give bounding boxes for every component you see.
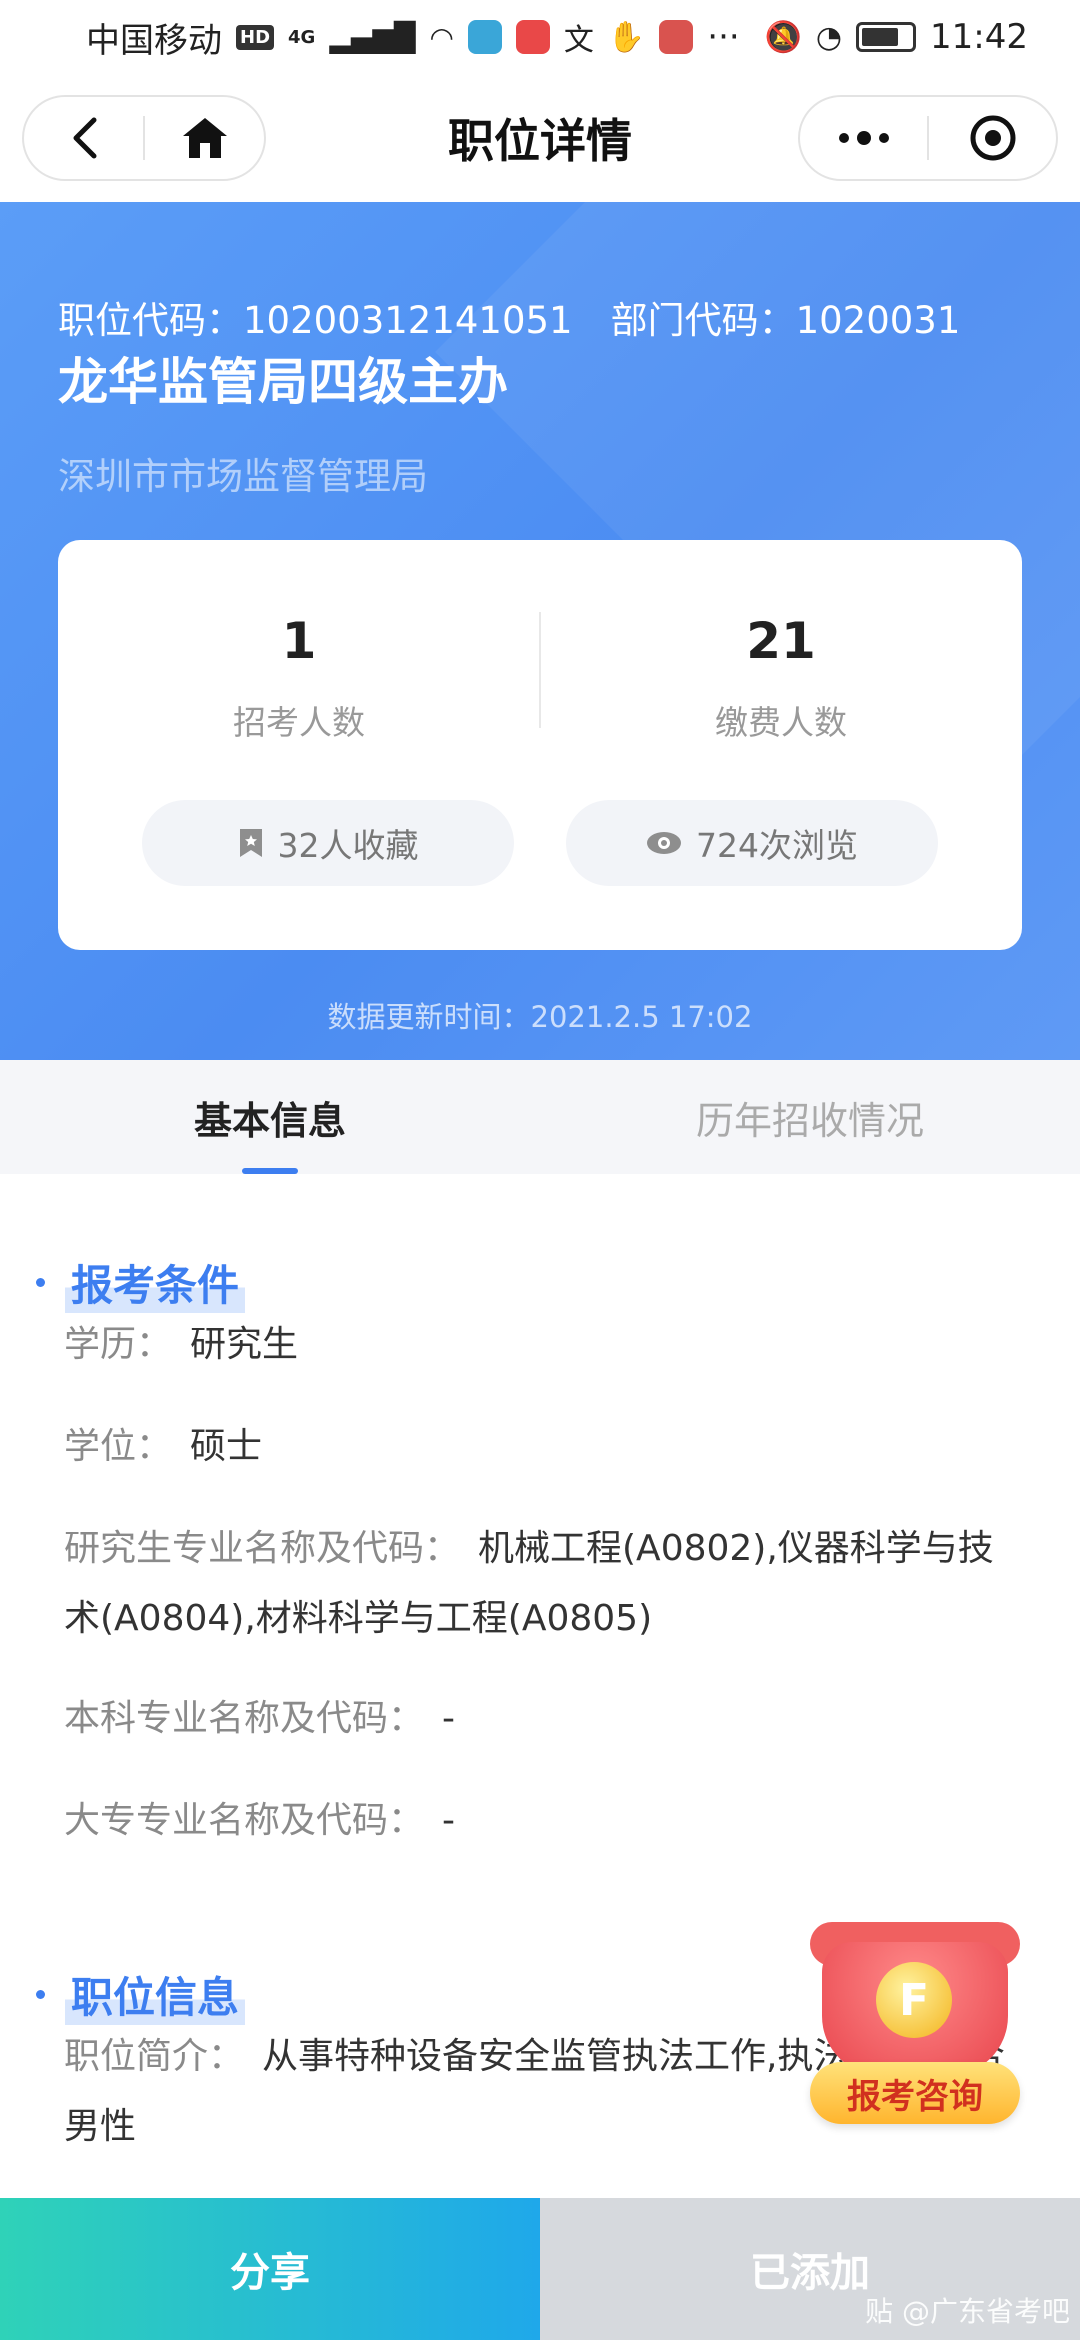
consult-label: 报考咨询 — [810, 2062, 1020, 2124]
recruit-count-stat: 1 招考人数 — [58, 612, 540, 744]
section-dot-icon — [36, 1990, 45, 1999]
back-button[interactable] — [24, 97, 143, 179]
position-info-section-heading: 职位信息 — [36, 1964, 246, 2025]
status-bar-right: 🔕 ◔ 11:42 — [764, 17, 1028, 57]
requirement-row-college-major: 大专专业名称及代码： - — [64, 1786, 1024, 1856]
row-value: - — [442, 1698, 456, 1739]
more-notifications-icon: ··· — [707, 17, 740, 57]
eye-icon — [647, 832, 681, 854]
consult-float-button[interactable]: F 报考咨询 — [810, 1912, 1020, 2124]
stats-card: 1 招考人数 21 缴费人数 32人收藏 724次浏览 — [58, 540, 1022, 950]
dept-code-value: 1020031 — [795, 299, 961, 342]
job-codes: 职位代码：10200312141051 部门代码：1020031 — [58, 290, 960, 344]
row-value: 硕士 — [190, 1426, 263, 1467]
favorites-count: 32人收藏 — [277, 826, 419, 865]
page-title: 职位详情 — [448, 114, 632, 168]
requirement-row-education: 学历： 研究生 — [64, 1310, 1024, 1380]
reader-app-icon — [515, 20, 550, 54]
clock: 11:42 — [930, 17, 1028, 57]
close-miniprogram-button[interactable] — [929, 97, 1056, 179]
row-key: 学位： — [64, 1426, 173, 1467]
position-code-label: 职位代码： — [58, 299, 243, 342]
taobao-app-icon — [659, 20, 694, 54]
coin-icon: F — [876, 1962, 952, 2038]
section-dot-icon — [36, 1278, 45, 1287]
tab-history[interactable]: 历年招收情况 — [540, 1060, 1080, 1174]
share-button[interactable]: 分享 — [0, 2198, 540, 2340]
row-key: 大专专业名称及代码： — [64, 1800, 425, 1841]
dept-code-label: 部门代码： — [610, 299, 796, 342]
nav-bar: 职位详情 — [0, 74, 1080, 202]
requirement-row-degree: 学位： 硕士 — [64, 1412, 1024, 1482]
home-button[interactable] — [145, 97, 264, 179]
tab-basic-info[interactable]: 基本信息 — [0, 1060, 540, 1174]
row-key: 职位简介： — [64, 2036, 245, 2077]
favorites-chip[interactable]: 32人收藏 — [142, 800, 514, 886]
row-key: 学历： — [64, 1324, 173, 1365]
requirement-row-undergrad-major: 本科专业名称及代码： - — [64, 1684, 1024, 1754]
back-arrow-icon — [73, 117, 96, 159]
status-bar-left: 中国移动 HD 4G ▂▄▆█ ◠ 文 ✋ ··· — [86, 13, 740, 62]
bookmark-star-icon — [239, 829, 262, 857]
job-header: 职位代码：10200312141051 部门代码：1020031 龙华监管局四级主… — [0, 202, 1080, 1060]
network-type: 4G — [288, 26, 316, 48]
status-bar: 中国移动 HD 4G ▂▄▆█ ◠ 文 ✋ ··· 🔕 ◔ 11:42 — [0, 0, 1080, 74]
wifi-icon: ◠ — [429, 20, 454, 54]
more-button[interactable] — [800, 97, 927, 179]
speed-icon: ◔ — [815, 19, 843, 55]
battery-icon — [856, 22, 917, 52]
requirements-section-heading: 报考条件 — [36, 1252, 246, 1313]
translate-app-icon: 文 — [563, 23, 594, 58]
mute-icon: 🔕 — [764, 19, 802, 55]
home-icon — [182, 118, 227, 158]
more-dots-icon — [838, 131, 889, 145]
paid-count-stat: 21 缴费人数 — [540, 612, 1022, 744]
nav-right-capsule — [798, 95, 1058, 181]
paid-count-label: 缴费人数 — [715, 703, 847, 742]
position-code-value: 10200312141051 — [243, 299, 573, 342]
bottom-action-bar: 分享 已添加 贴 @广东省考吧 — [0, 2198, 1080, 2340]
row-key: 本科专业名称及代码： — [64, 1698, 425, 1739]
position-code: 职位代码：10200312141051 — [58, 299, 573, 342]
boss-app-icon — [467, 20, 502, 54]
recruit-count-label: 招考人数 — [233, 703, 365, 742]
nav-left-capsule — [22, 95, 266, 181]
requirements-heading: 报考条件 — [65, 1252, 246, 1313]
paid-count: 21 — [746, 612, 816, 670]
hd-icon: HD — [236, 24, 275, 50]
signal-icon: ▂▄▆█ — [329, 20, 416, 54]
watermark: 贴 @广东省考吧 — [865, 2295, 1070, 2328]
tab-bar: 基本信息 历年招收情况 — [0, 1060, 1080, 1174]
department-name: 深圳市市场监督管理局 — [58, 455, 428, 498]
target-close-icon — [970, 115, 1015, 161]
views-count: 724次浏览 — [696, 826, 858, 865]
carrier-name: 中国移动 — [86, 20, 222, 61]
row-key: 研究生专业名称及代码： — [64, 1528, 461, 1569]
dept-code: 部门代码：1020031 — [611, 299, 961, 342]
row-value: - — [442, 1800, 456, 1841]
requirement-row-postgrad-major: 研究生专业名称及代码： 机械工程(A0802),仪器科学与技术(A0804),材料… — [64, 1514, 1024, 1654]
row-value: 研究生 — [190, 1324, 299, 1365]
views-chip: 724次浏览 — [566, 800, 938, 886]
hand-app-icon: ✋ — [607, 19, 646, 55]
recruit-count: 1 — [281, 612, 317, 670]
job-title: 龙华监管局四级主办 — [58, 353, 508, 411]
data-update-time: 数据更新时间：2021.2.5 17:02 — [327, 1000, 753, 1034]
position-info-heading: 职位信息 — [65, 1964, 246, 2025]
